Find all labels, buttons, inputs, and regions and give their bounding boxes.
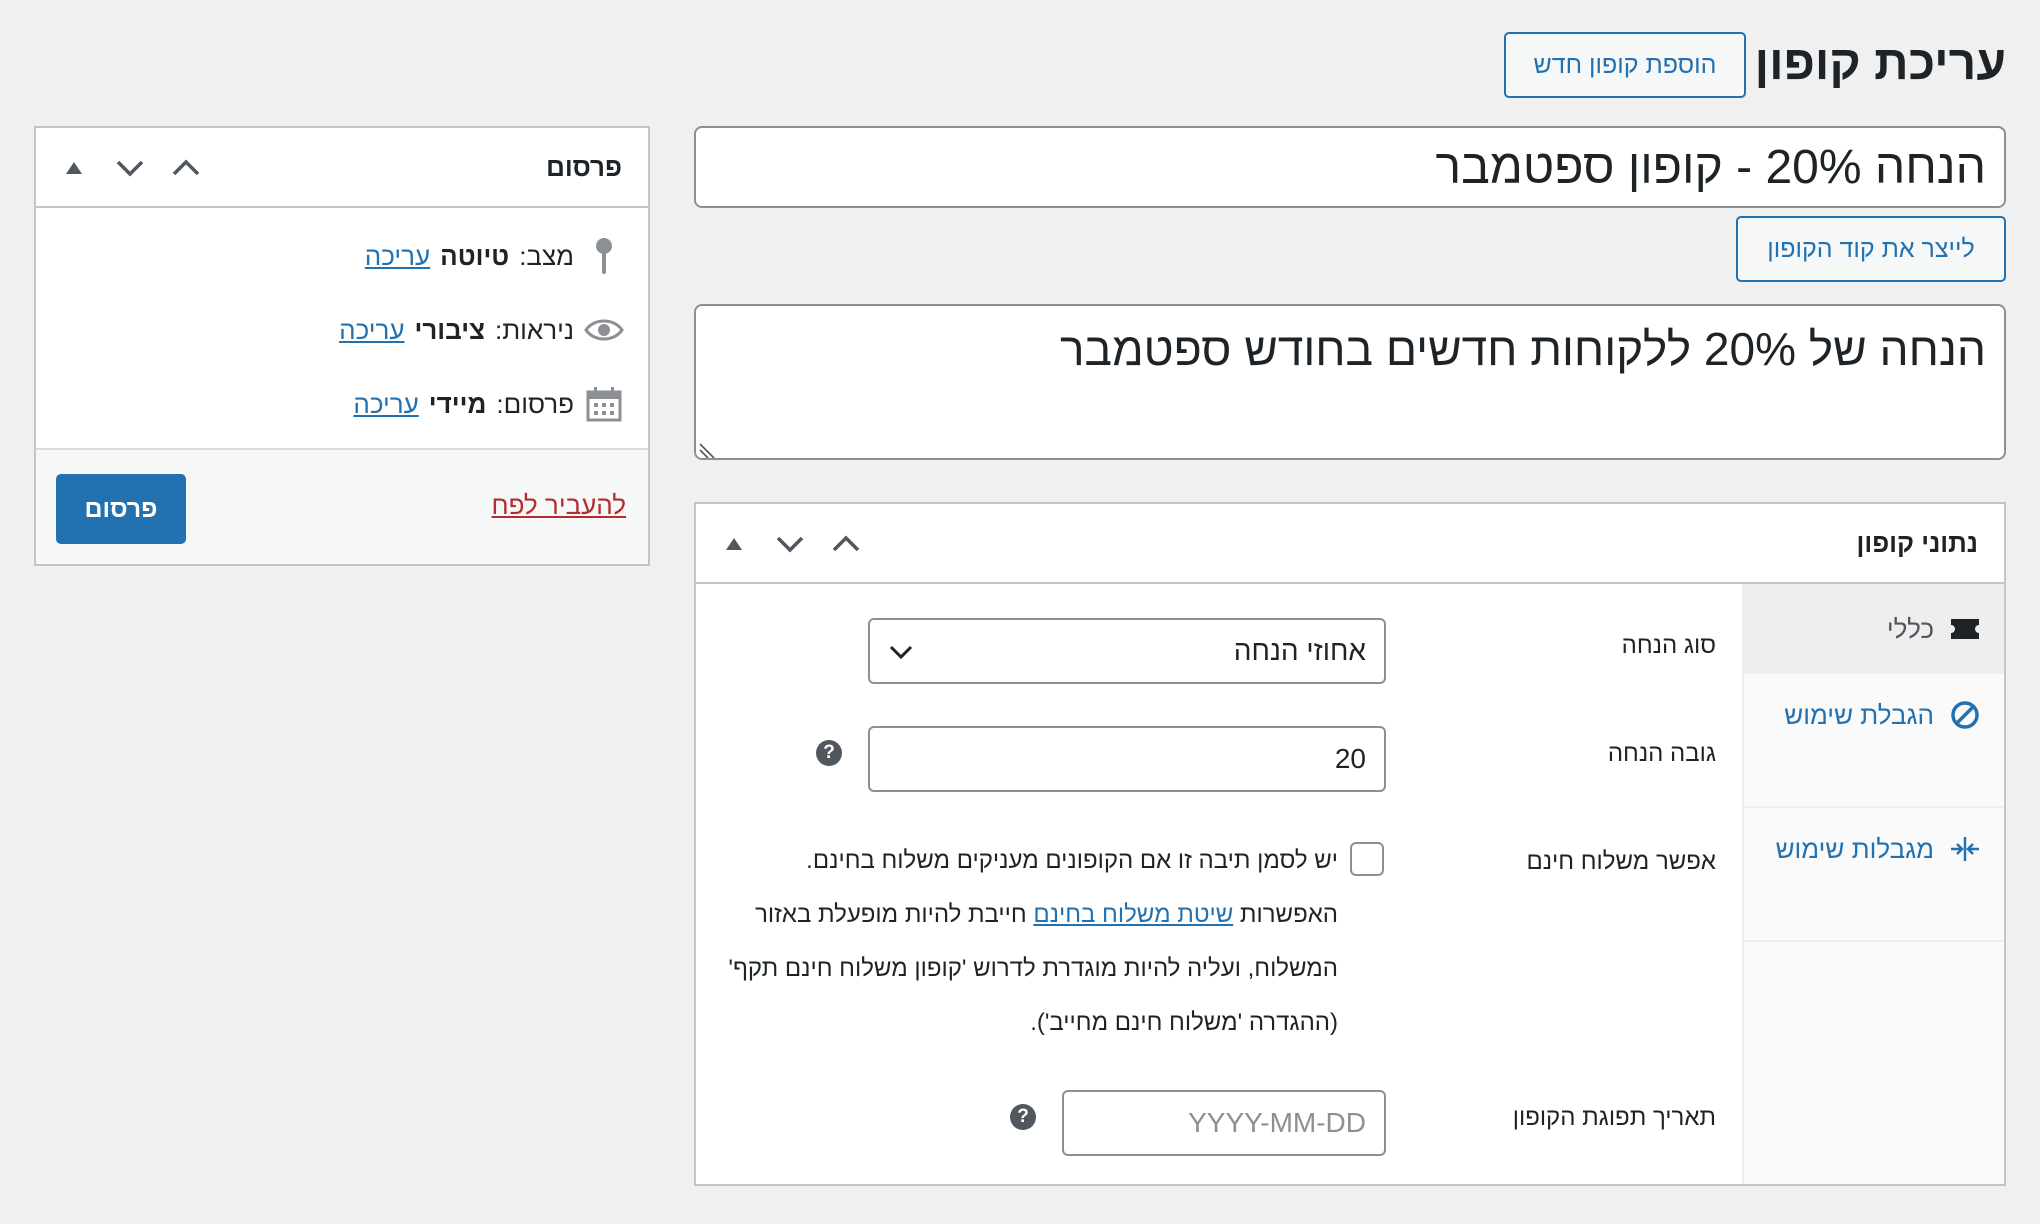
edit-status-link[interactable]: עריכה bbox=[365, 241, 430, 272]
status-label: מצב: bbox=[519, 240, 574, 271]
chevron-down-icon[interactable] bbox=[106, 146, 154, 190]
coupon-title-value: הנחה 20% - קופון ספטמבר bbox=[1435, 140, 1986, 194]
visibility-value: ציבורי bbox=[414, 314, 485, 345]
coupon-title-input[interactable]: הנחה 20% - קופון ספטמבר bbox=[694, 126, 2006, 208]
coupon-data-title: נתוני קופון bbox=[1856, 528, 1978, 558]
status-row: מצב: טיוטה עריכה bbox=[365, 234, 624, 278]
coupon-description-textarea[interactable]: הנחה של 20% ללקוחות חדשים בחודש ספטמבר bbox=[694, 304, 2006, 460]
ticket-icon bbox=[1948, 606, 1982, 652]
tab-usage-limits-label: מגבלות שימוש bbox=[1775, 834, 1934, 864]
publish-box-title: פרסום bbox=[546, 152, 622, 182]
publish-box-handles bbox=[50, 146, 210, 190]
generate-coupon-code-button[interactable]: לייצר את קוד הקופון bbox=[1736, 216, 2006, 282]
discount-amount-value: 20 bbox=[1334, 743, 1366, 774]
publish-box-header: פרסום bbox=[36, 128, 648, 208]
move-up-icon[interactable] bbox=[710, 522, 758, 566]
discount-amount-label: גובה הנחה bbox=[1607, 740, 1716, 767]
edit-visibility-link[interactable]: עריכה bbox=[339, 315, 404, 346]
edit-publish-time-link[interactable]: עריכה bbox=[353, 389, 418, 420]
chevron-down-icon bbox=[888, 635, 914, 667]
publish-time-value: מיידי bbox=[428, 388, 487, 419]
visibility-row: ניראות: ציבורי עריכה bbox=[339, 308, 624, 352]
publish-time-label: פרסום: bbox=[496, 388, 574, 419]
status-value: טיוטה bbox=[440, 240, 510, 271]
visibility-label: ניראות: bbox=[494, 314, 574, 345]
tab-general-label: כללי bbox=[1886, 614, 1934, 644]
pin-icon bbox=[584, 236, 624, 276]
discount-type-select[interactable]: אחוזי הנחה bbox=[868, 618, 1386, 684]
publish-button[interactable]: פרסום bbox=[56, 474, 186, 544]
publish-box: פרסום מצב: טיוטה עריכה ניראות: ציבורי ער… bbox=[34, 126, 650, 566]
help-icon[interactable]: ? bbox=[816, 740, 842, 766]
eye-icon bbox=[584, 310, 624, 350]
chevron-up-icon[interactable] bbox=[162, 146, 210, 190]
discount-type-label: סוג הנחה bbox=[1621, 632, 1716, 659]
move-up-icon[interactable] bbox=[50, 146, 98, 190]
block-icon bbox=[1948, 692, 1982, 738]
coupon-data-box: נתוני קופון כללי הגבלת שימוש מגבלות שימו… bbox=[694, 502, 2006, 1186]
calendar-icon bbox=[584, 384, 624, 424]
move-to-trash-link[interactable]: להעביר לפח bbox=[491, 490, 626, 521]
free-shipping-method-link[interactable]: שיטת משלוח בחינם bbox=[1033, 901, 1233, 928]
expiry-date-label: תאריך תפוגת הקופון bbox=[1512, 1104, 1716, 1131]
coupon-description-value: הנחה של 20% ללקוחות חדשים בחודש ספטמבר bbox=[1059, 323, 1986, 375]
contract-icon bbox=[1948, 826, 1982, 872]
chevron-up-icon[interactable] bbox=[822, 522, 870, 566]
publish-time-row: פרסום: מיידי עריכה bbox=[353, 382, 624, 426]
free-shipping-description: יש לסמן תיבה זו אם הקופונים מעניקים משלו… bbox=[710, 834, 1338, 1050]
add-new-coupon-button[interactable]: הוספת קופון חדש bbox=[1504, 32, 1746, 98]
tab-general[interactable]: כללי bbox=[1744, 584, 2004, 674]
free-shipping-label: אפשר משלוח חינם bbox=[1526, 848, 1716, 875]
coupon-data-handles bbox=[710, 522, 870, 566]
discount-type-value: אחוזי הנחה bbox=[1233, 635, 1366, 666]
coupon-data-tabs: כללי הגבלת שימוש מגבלות שימוש bbox=[1742, 584, 2004, 1184]
free-shipping-checkbox[interactable] bbox=[1350, 842, 1384, 876]
tab-usage-restriction-label: הגבלת שימוש bbox=[1784, 700, 1934, 730]
expiry-date-input[interactable]: YYYY-MM-DD bbox=[1062, 1090, 1386, 1156]
coupon-data-header: נתוני קופון bbox=[696, 504, 2004, 584]
tab-usage-restriction[interactable]: הגבלת שימוש bbox=[1744, 674, 2004, 808]
help-icon[interactable]: ? bbox=[1010, 1104, 1036, 1130]
page-title: עריכת קופון bbox=[1754, 37, 2006, 90]
chevron-down-icon[interactable] bbox=[766, 522, 814, 566]
publish-actions: להעביר לפח פרסום bbox=[36, 448, 648, 564]
resize-handle-icon[interactable] bbox=[698, 440, 716, 458]
tab-usage-limits[interactable]: מגבלות שימוש bbox=[1744, 808, 2004, 942]
discount-amount-input[interactable]: 20 bbox=[868, 726, 1386, 792]
expiry-date-placeholder: YYYY-MM-DD bbox=[1188, 1107, 1366, 1138]
